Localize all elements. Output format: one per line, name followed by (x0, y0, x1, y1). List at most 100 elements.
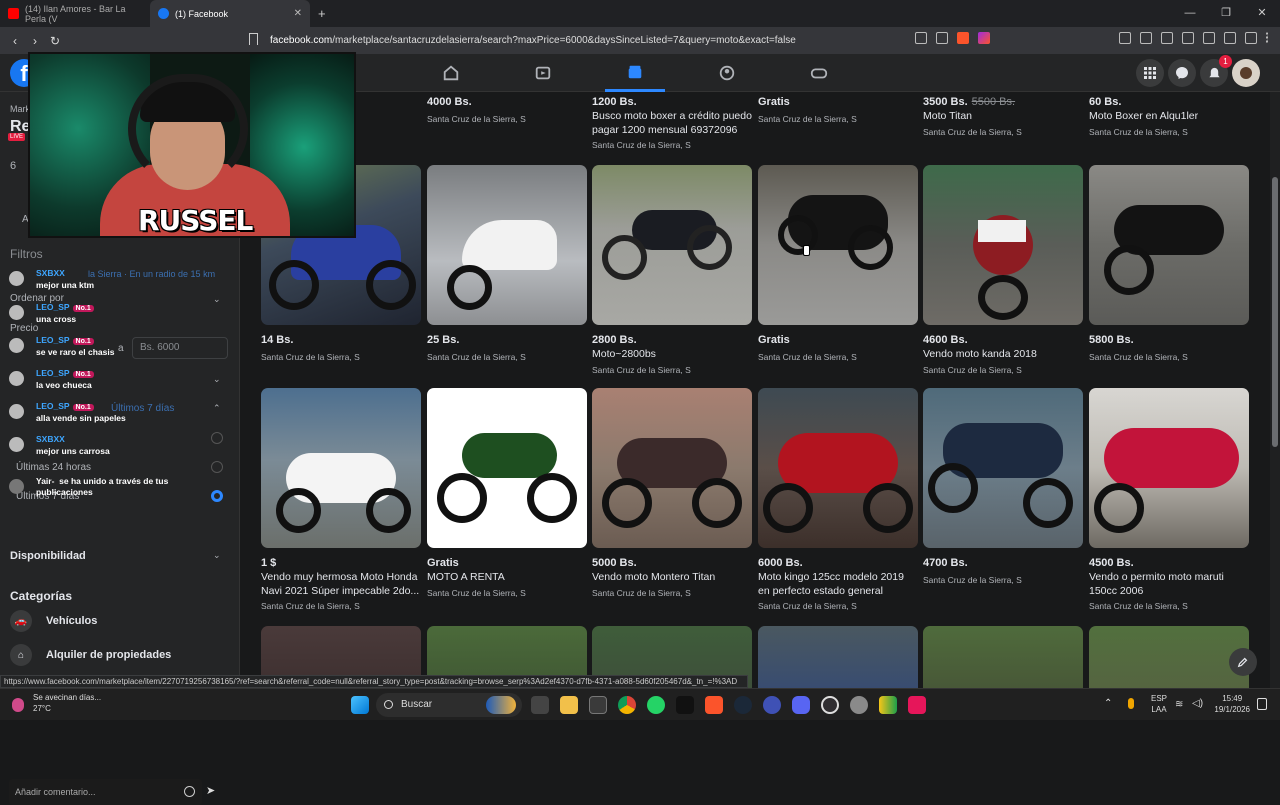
video-nav-icon[interactable] (513, 54, 573, 92)
page-scrollbar[interactable] (1270, 92, 1280, 688)
chat-user-line: LEO_SP No.1 (36, 302, 94, 312)
category-rentals[interactable]: ⌂ Alquiler de propiedades (10, 644, 171, 666)
chat-text: una cross (36, 314, 77, 324)
reading-list-icon[interactable] (1182, 32, 1194, 44)
chat-comment-input[interactable]: Añadir comentario... (9, 779, 202, 805)
volume-icon[interactable]: ◁) (1192, 698, 1203, 709)
listing-card[interactable]: 25 Bs. Santa Cruz de la Sierra, S (427, 165, 587, 362)
clock-time: 15:49 (1222, 694, 1243, 703)
bookmark-icon[interactable] (249, 33, 258, 45)
chrome-icon[interactable] (618, 696, 636, 714)
category-vehicles[interactable]: 🚗 Vehículos (10, 610, 97, 632)
availability-chevron-icon[interactable]: ⌄ (213, 550, 221, 561)
tiktok-studio-icon[interactable] (908, 696, 926, 714)
avatar (9, 338, 24, 353)
scrollbar-thumb[interactable] (1272, 177, 1278, 447)
language-indicator[interactable]: ESP LAA (1151, 693, 1167, 715)
forward-icon[interactable]: › (25, 34, 45, 48)
share-icon[interactable] (936, 32, 948, 44)
tab-facebook[interactable]: (1) Facebook ✕ (150, 0, 310, 27)
menu-icon[interactable] (1266, 32, 1270, 44)
task-view-icon[interactable] (531, 696, 549, 714)
listing-card[interactable]: Gratis MOTO A RENTA Santa Cruz de la Sie… (427, 388, 587, 598)
close-tab-icon[interactable]: ✕ (294, 8, 302, 19)
listing-card[interactable]: 1200 Bs. Busco moto boxer a crédito pued… (592, 96, 752, 150)
listing-card[interactable] (923, 626, 1083, 688)
new-tab-button[interactable]: + (318, 6, 326, 21)
app-icon[interactable] (879, 696, 897, 714)
notifications-icon[interactable]: 1 (1200, 55, 1232, 87)
send-icon[interactable]: ➤ (206, 784, 215, 797)
avatar (9, 479, 24, 494)
status-bar-url: https://www.facebook.com/marketplace/ite… (0, 675, 748, 688)
weather-widget[interactable]: Se avecinan días... 27°C (33, 692, 101, 714)
listing-card[interactable]: 60 Bs. Moto Boxer en Alqu1ler Santa Cruz… (1089, 96, 1249, 137)
tray-chevron-icon[interactable]: ⌃ (1104, 698, 1112, 709)
listing-card[interactable]: 4000 Bs. Santa Cruz de la Sierra, S (427, 96, 587, 124)
home-nav-icon[interactable] (421, 54, 481, 92)
rewards-icon[interactable] (978, 32, 990, 44)
listing-card[interactable] (758, 626, 918, 688)
tab-youtube[interactable]: (14) Ilan Amores - Bar La Perla (V (0, 0, 150, 27)
store-icon[interactable] (589, 696, 607, 714)
music-icon[interactable] (1161, 32, 1173, 44)
obs-icon[interactable] (821, 696, 839, 714)
listing-price: Gratis (758, 96, 790, 108)
vpn-app-icon[interactable] (763, 696, 781, 714)
wheel (437, 473, 487, 523)
marketplace-nav-icon[interactable] (605, 54, 665, 92)
wheel (1023, 478, 1073, 528)
wallet-icon[interactable] (1203, 32, 1215, 44)
listing-card[interactable]: 4700 Bs. Santa Cruz de la Sierra, S (923, 388, 1083, 585)
listing-card[interactable]: Gratis Santa Cruz de la Sierra, S (758, 165, 918, 362)
discord-icon[interactable] (792, 696, 810, 714)
clock[interactable]: 15:49 19/1/2026 (1214, 693, 1250, 715)
listing-card[interactable]: 4600 Bs. Vendo moto kanda 2018 Santa Cru… (923, 165, 1083, 375)
extension-icon[interactable] (915, 32, 927, 44)
address-bar: ‹ › ↻ facebook.com/marketplace/santacruz… (0, 27, 1280, 54)
listing-card[interactable]: 5800 Bs. Santa Cruz de la Sierra, S (1089, 165, 1249, 362)
chat-rank-badge: No.1 (72, 371, 94, 378)
tab-label: (14) Ilan Amores - Bar La Perla (V (25, 3, 126, 24)
availability-filter[interactable]: Disponibilidad (10, 550, 86, 562)
tiktok-icon[interactable] (676, 696, 694, 714)
sidebar-toggle-icon[interactable] (1140, 32, 1152, 44)
vpn-icon[interactable] (1245, 32, 1257, 44)
profile-avatar[interactable] (1232, 59, 1260, 87)
listing-card[interactable]: 6000 Bs. Moto kingo 125cc modelo 2019 en… (758, 388, 918, 611)
minimize-button[interactable]: — (1172, 0, 1208, 27)
groups-nav-icon[interactable] (697, 54, 757, 92)
microphone-icon[interactable] (1128, 698, 1134, 709)
notification-center-icon[interactable] (1257, 698, 1267, 710)
settings-gear-icon[interactable] (850, 696, 868, 714)
back-icon[interactable]: ‹ (5, 34, 25, 48)
messenger-icon[interactable] (1168, 59, 1196, 87)
listing-card[interactable]: 3500 Bs. 5500 Bs. Moto Titan Santa Cruz d… (923, 96, 1083, 137)
brave-icon[interactable] (705, 696, 723, 714)
listing-card[interactable]: Gratis Santa Cruz de la Sierra, S (758, 96, 918, 124)
puzzle-icon[interactable] (1119, 32, 1131, 44)
steam-icon[interactable] (734, 696, 752, 714)
listing-card[interactable]: 5000 Bs. Vendo moto Montero Titan Santa … (592, 388, 752, 598)
ai-icon[interactable] (1224, 32, 1236, 44)
wifi-icon[interactable]: ≋ (1175, 699, 1183, 710)
close-window-button[interactable]: ✕ (1244, 0, 1280, 27)
maximize-button[interactable]: ❐ (1208, 0, 1244, 27)
emoji-icon[interactable] (184, 786, 195, 797)
compose-icon[interactable] (1229, 648, 1257, 676)
listing-location: Santa Cruz de la Sierra, S (261, 352, 360, 362)
listing-card[interactable]: 4500 Bs. Vendo o permito moto maruti 150… (1089, 388, 1249, 611)
category-label: Alquiler de propiedades (46, 649, 172, 661)
whatsapp-icon[interactable] (647, 696, 665, 714)
windows-start-icon[interactable] (351, 696, 369, 714)
menu-grid-icon[interactable] (1136, 59, 1164, 87)
listing-card[interactable]: 2800 Bs. Moto~2800bs Santa Cruz de la Si… (592, 165, 752, 375)
url-field[interactable]: facebook.com/marketplace/santacruzdelasi… (270, 32, 890, 49)
reload-icon[interactable]: ↻ (45, 34, 65, 48)
taskbar-search[interactable]: Buscar (376, 693, 522, 717)
file-explorer-icon[interactable] (560, 696, 578, 714)
listing-card[interactable]: 1 $ Vendo muy hermosa Moto Honda Navi 20… (261, 388, 421, 611)
brave-shield-icon[interactable] (957, 32, 969, 44)
listing-card[interactable] (1089, 626, 1249, 688)
gaming-nav-icon[interactable] (789, 54, 849, 92)
